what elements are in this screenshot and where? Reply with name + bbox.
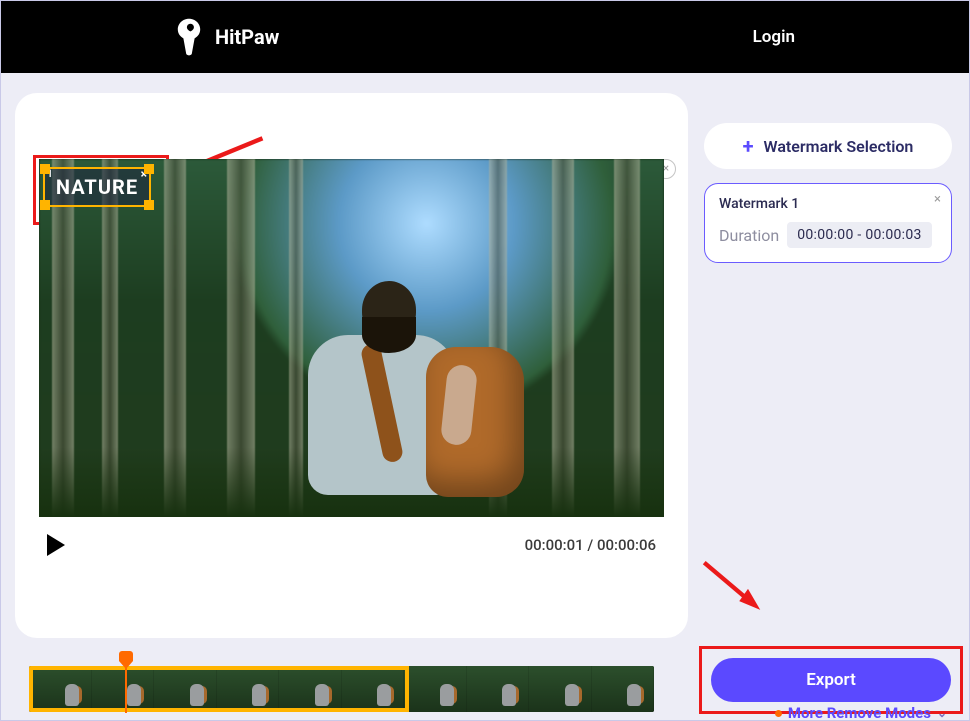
time-sep: /	[584, 536, 597, 554]
app-header: HitPaw Login	[1, 1, 969, 73]
timeline-thumb[interactable]	[592, 666, 655, 712]
time-display: 00:00:01 / 00:00:06	[525, 536, 656, 554]
watermark-card: Watermark 1 × Duration 00:00:00 - 00:00:…	[704, 183, 952, 263]
editor-column: ×	[15, 93, 688, 720]
watermark-selection-box[interactable]: 1 NATURE ×	[43, 167, 151, 207]
login-link[interactable]: Login	[753, 27, 795, 47]
add-watermark-label: Watermark Selection	[764, 137, 914, 156]
app-root: HitPaw Login ×	[0, 0, 970, 721]
time-current: 00:00:01	[525, 536, 584, 554]
export-button[interactable]: Export	[711, 658, 951, 702]
more-remove-modes-link[interactable]: More Remove Modes ⌄	[775, 704, 947, 721]
time-total: 00:00:06	[597, 536, 656, 554]
player-controls: 00:00:01 / 00:00:06	[15, 517, 688, 572]
watermark-card-close-icon[interactable]: ×	[934, 192, 941, 207]
chevron-down-icon: ⌄	[937, 706, 947, 720]
play-button[interactable]	[47, 534, 65, 556]
duration-label: Duration	[719, 226, 779, 245]
export-area: Export	[711, 658, 951, 702]
duration-value[interactable]: 00:00:00 - 00:00:03	[787, 222, 932, 248]
watermark-card-title: Watermark 1	[719, 196, 937, 212]
resize-handle-tl[interactable]	[40, 164, 50, 174]
watermark-text: NATURE	[56, 175, 138, 199]
add-watermark-button[interactable]: + Watermark Selection	[704, 123, 952, 169]
timeline-thumb[interactable]	[217, 666, 280, 712]
hitpaw-logo-icon	[175, 17, 203, 57]
brand-name: HitPaw	[215, 25, 279, 49]
resize-handle-tr[interactable]	[144, 164, 154, 174]
notification-dot-icon	[775, 710, 782, 717]
timeline[interactable]	[29, 666, 654, 712]
timeline-thumb[interactable]	[92, 666, 155, 712]
video-preview[interactable]: 1 NATURE ×	[39, 159, 664, 517]
timeline-thumb[interactable]	[467, 666, 530, 712]
timeline-thumb[interactable]	[404, 666, 467, 712]
timeline-thumb[interactable]	[529, 666, 592, 712]
timeline-playhead[interactable]	[125, 653, 127, 713]
timeline-thumb[interactable]	[154, 666, 217, 712]
subject-hiker	[302, 295, 522, 517]
timeline-thumb[interactable]	[342, 666, 405, 712]
timeline-wrap	[29, 666, 669, 712]
canvas-card: ×	[15, 93, 688, 638]
brand-block: HitPaw	[175, 17, 279, 57]
resize-handle-br[interactable]	[144, 200, 154, 210]
more-modes-label: More Remove Modes	[788, 704, 931, 721]
timeline-thumb[interactable]	[279, 666, 342, 712]
sidebar: + Watermark Selection Watermark 1 × Dura…	[704, 93, 952, 720]
resize-handle-bl[interactable]	[40, 200, 50, 210]
timeline-thumb[interactable]	[29, 666, 92, 712]
